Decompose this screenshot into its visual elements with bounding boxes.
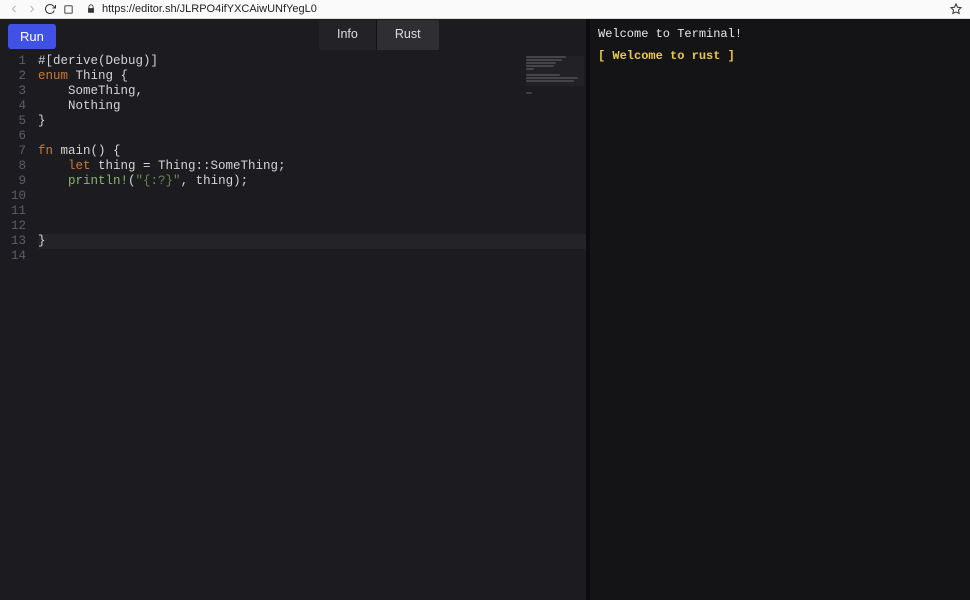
terminal-line: [ Welcome to rust ]	[598, 47, 962, 65]
bookmark-star-icon[interactable]	[950, 3, 962, 15]
tab-icon[interactable]	[62, 3, 74, 15]
forward-icon[interactable]	[26, 3, 38, 15]
line-number: 7	[0, 144, 26, 159]
line-number: 10	[0, 189, 26, 204]
code-line[interactable]	[38, 129, 586, 144]
line-number: 6	[0, 129, 26, 144]
reload-icon[interactable]	[44, 3, 56, 15]
address-bar[interactable]: https://editor.sh/JLRPO4ifYXCAiwUNfYegL0	[86, 3, 944, 15]
line-number: 12	[0, 219, 26, 234]
editor-pane: Run InfoRust 1234567891011121314 #[deriv…	[0, 19, 586, 600]
code-line[interactable]	[38, 204, 586, 219]
code-line[interactable]: Nothing	[38, 99, 586, 114]
lock-icon	[86, 4, 96, 14]
run-button[interactable]: Run	[8, 24, 56, 49]
line-number: 14	[0, 249, 26, 264]
line-number: 2	[0, 69, 26, 84]
code-line[interactable]: }	[38, 234, 586, 249]
line-number: 11	[0, 204, 26, 219]
tab-rust[interactable]: Rust	[376, 20, 439, 50]
line-number: 3	[0, 84, 26, 99]
line-number: 5	[0, 114, 26, 129]
code-editor[interactable]: 1234567891011121314 #[derive(Debug)]enum…	[0, 54, 586, 600]
tab-info[interactable]: Info	[319, 20, 376, 50]
line-number: 9	[0, 174, 26, 189]
code-line[interactable]: println!("{:?}", thing);	[38, 174, 586, 189]
code-line[interactable]: SomeThing,	[38, 84, 586, 99]
line-gutter: 1234567891011121314	[0, 54, 38, 600]
browser-chrome: https://editor.sh/JLRPO4ifYXCAiwUNfYegL0	[0, 0, 970, 19]
url-text: https://editor.sh/JLRPO4ifYXCAiwUNfYegL0	[102, 3, 317, 15]
code-line[interactable]: #[derive(Debug)]	[38, 54, 586, 69]
editor-topbar: Run InfoRust	[0, 19, 586, 52]
code-line[interactable]: enum Thing {	[38, 69, 586, 84]
line-number: 4	[0, 99, 26, 114]
line-number: 8	[0, 159, 26, 174]
app-frame: Run InfoRust 1234567891011121314 #[deriv…	[0, 19, 970, 600]
code-line[interactable]	[38, 249, 586, 264]
line-number: 1	[0, 54, 26, 69]
code-line[interactable]	[38, 219, 586, 234]
code-line[interactable]: }	[38, 114, 586, 129]
terminal-pane[interactable]: Welcome to Terminal! [ Welcome to rust ]	[590, 19, 970, 600]
back-icon[interactable]	[8, 3, 20, 15]
code-line[interactable]: let thing = Thing::SomeThing;	[38, 159, 586, 174]
code-line[interactable]: fn main() {	[38, 144, 586, 159]
code-content[interactable]: #[derive(Debug)]enum Thing { SomeThing, …	[38, 54, 586, 600]
code-line[interactable]	[38, 189, 586, 204]
line-number: 13	[0, 234, 26, 249]
terminal-line: Welcome to Terminal!	[598, 25, 962, 43]
tab-bar: InfoRust	[319, 20, 439, 50]
